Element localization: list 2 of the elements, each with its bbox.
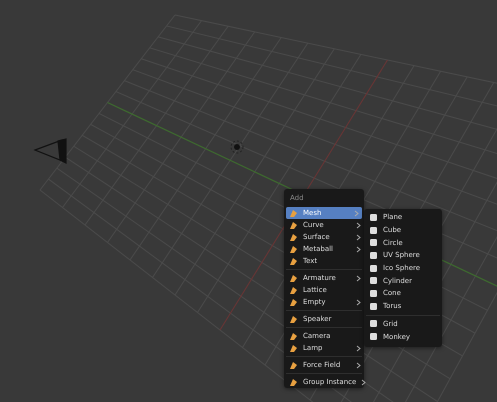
lamp-icon[interactable]	[230, 140, 244, 154]
camera-icon[interactable]	[34, 138, 67, 164]
